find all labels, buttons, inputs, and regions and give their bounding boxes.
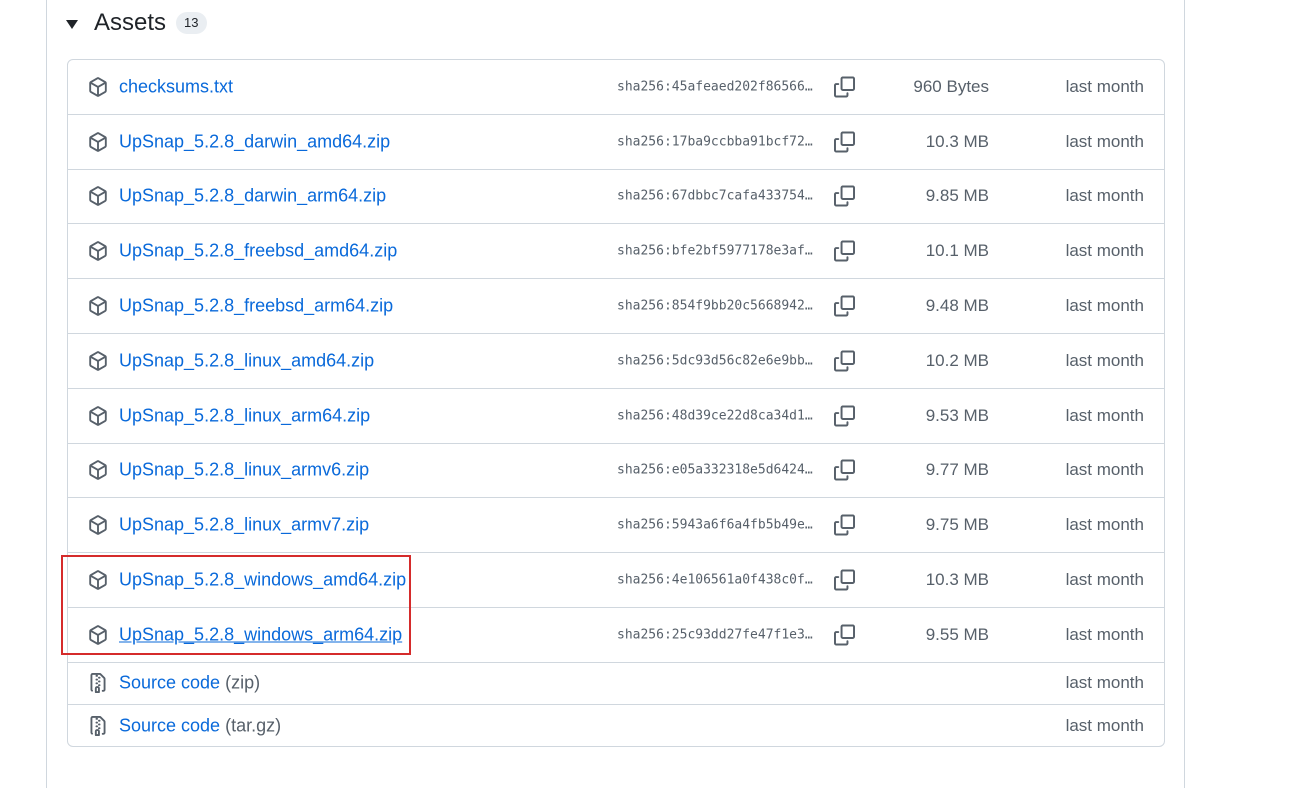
source-row: Source code (tar.gz) last month xyxy=(68,705,1164,746)
copy-icon[interactable] xyxy=(834,350,855,372)
asset-sha: sha256:48d39ce22d8ca34d1… xyxy=(617,408,813,424)
asset-sha: sha256:67dbbc7cafa433754… xyxy=(617,188,813,204)
source-code-format: (tar.gz) xyxy=(225,715,282,736)
assets-count-badge: 13 xyxy=(176,12,207,34)
asset-date: last month xyxy=(1065,673,1144,693)
asset-row: UpSnap_5.2.8_windows_arm64.zip sha256:25… xyxy=(68,608,1164,663)
asset-link[interactable]: UpSnap_5.2.8_freebsd_amd64.zip xyxy=(119,241,397,262)
asset-link[interactable]: UpSnap_5.2.8_linux_armv6.zip xyxy=(119,460,369,481)
asset-date: last month xyxy=(1065,186,1144,206)
asset-link[interactable]: UpSnap_5.2.8_darwin_amd64.zip xyxy=(119,131,390,152)
asset-date: last month xyxy=(1065,716,1144,736)
asset-link[interactable]: checksums.txt xyxy=(119,76,233,97)
asset-row: UpSnap_5.2.8_darwin_arm64.zip sha256:67d… xyxy=(68,170,1164,225)
asset-sha: sha256:17ba9ccbba91bcf72… xyxy=(617,134,813,150)
asset-sha: sha256:e05a332318e5d6424… xyxy=(617,462,813,478)
file-zip-icon xyxy=(90,716,106,737)
asset-sha: sha256:5dc93d56c82e6e9bb… xyxy=(617,353,813,369)
asset-date: last month xyxy=(1065,460,1144,480)
asset-row: checksums.txt sha256:45afeaed202f86566… … xyxy=(68,60,1164,115)
package-icon xyxy=(89,77,107,97)
asset-size: 10.1 MB xyxy=(925,241,989,261)
asset-date: last month xyxy=(1065,296,1144,316)
package-icon xyxy=(89,131,107,152)
copy-icon[interactable] xyxy=(834,405,855,427)
asset-date: last month xyxy=(1065,131,1144,151)
source-code-format: (zip) xyxy=(225,672,261,693)
asset-row: UpSnap_5.2.8_linux_arm64.zip sha256:48d3… xyxy=(68,389,1164,444)
asset-sha: sha256:25c93dd27fe47f1e3… xyxy=(617,627,813,643)
file-zip-icon xyxy=(90,673,106,694)
asset-link[interactable]: UpSnap_5.2.8_freebsd_arm64.zip xyxy=(119,296,393,317)
asset-row: UpSnap_5.2.8_linux_armv7.zip sha256:5943… xyxy=(68,498,1164,554)
asset-date: last month xyxy=(1065,350,1144,370)
source-code-targz-link[interactable]: Source code (tar.gz) xyxy=(119,716,281,737)
copy-icon[interactable] xyxy=(834,459,855,481)
copy-icon[interactable] xyxy=(834,624,855,646)
source-code-label: Source code xyxy=(119,672,221,693)
package-icon xyxy=(89,405,107,426)
copy-icon[interactable] xyxy=(834,514,855,536)
asset-link[interactable]: UpSnap_5.2.8_windows_arm64.zip xyxy=(119,624,402,645)
asset-size: 9.77 MB xyxy=(925,460,989,480)
asset-size: 960 Bytes xyxy=(913,76,989,96)
source-code-zip-link[interactable]: Source code (zip) xyxy=(119,673,260,694)
source-row: Source code (zip) last month xyxy=(68,663,1164,705)
asset-row: UpSnap_5.2.8_windows_amd64.zip sha256:4e… xyxy=(68,553,1164,608)
package-icon xyxy=(89,351,107,371)
asset-link[interactable]: UpSnap_5.2.8_linux_arm64.zip xyxy=(119,405,370,426)
package-icon xyxy=(89,296,107,316)
assets-title: Assets xyxy=(94,9,167,36)
asset-sha: sha256:854f9bb20c5668942… xyxy=(617,298,813,314)
asset-sha: sha256:bfe2bf5977178e3af… xyxy=(617,243,813,259)
asset-sha: sha256:5943a6f6a4fb5b49e… xyxy=(617,517,813,533)
copy-icon[interactable] xyxy=(834,295,855,317)
asset-row: UpSnap_5.2.8_linux_armv6.zip sha256:e05a… xyxy=(68,444,1164,499)
asset-row: UpSnap_5.2.8_freebsd_amd64.zip sha256:bf… xyxy=(68,224,1164,280)
copy-icon[interactable] xyxy=(834,240,855,262)
asset-link[interactable]: UpSnap_5.2.8_darwin_arm64.zip xyxy=(119,186,386,207)
asset-row: UpSnap_5.2.8_linux_amd64.zip sha256:5dc9… xyxy=(68,334,1164,389)
assets-header[interactable]: Assets 13 xyxy=(66,6,207,40)
asset-row: UpSnap_5.2.8_freebsd_arm64.zip sha256:85… xyxy=(68,279,1164,334)
package-icon xyxy=(89,460,107,481)
asset-link[interactable]: UpSnap_5.2.8_windows_amd64.zip xyxy=(119,570,406,591)
source-code-label: Source code xyxy=(119,715,221,736)
asset-size: 9.48 MB xyxy=(925,296,989,316)
asset-size: 10.3 MB xyxy=(925,131,989,151)
package-icon xyxy=(89,570,107,590)
asset-date: last month xyxy=(1065,405,1144,425)
asset-row: UpSnap_5.2.8_darwin_amd64.zip sha256:17b… xyxy=(68,115,1164,170)
caret-down-icon[interactable] xyxy=(66,19,78,29)
asset-size: 9.53 MB xyxy=(925,405,989,425)
asset-sha: sha256:4e106561a0f438c0f… xyxy=(617,572,813,588)
package-icon xyxy=(89,241,107,262)
package-icon xyxy=(89,515,107,536)
asset-date: last month xyxy=(1065,570,1144,590)
copy-icon[interactable] xyxy=(834,185,855,207)
asset-date: last month xyxy=(1065,624,1144,644)
asset-sha: sha256:45afeaed202f86566… xyxy=(617,79,813,95)
copy-icon[interactable] xyxy=(834,131,855,153)
asset-link[interactable]: UpSnap_5.2.8_linux_armv7.zip xyxy=(119,515,369,536)
package-icon xyxy=(89,186,107,207)
asset-size: 9.85 MB xyxy=(925,186,989,206)
copy-icon[interactable] xyxy=(834,76,855,98)
package-icon xyxy=(89,625,107,645)
asset-size: 9.75 MB xyxy=(925,515,989,535)
asset-date: last month xyxy=(1065,515,1144,535)
assets-list: checksums.txt sha256:45afeaed202f86566… … xyxy=(67,59,1165,747)
asset-date: last month xyxy=(1065,76,1144,96)
asset-link[interactable]: UpSnap_5.2.8_linux_amd64.zip xyxy=(119,350,374,371)
copy-icon[interactable] xyxy=(834,569,855,591)
asset-size: 10.2 MB xyxy=(925,350,989,370)
asset-size: 9.55 MB xyxy=(925,624,989,644)
asset-size: 10.3 MB xyxy=(925,570,989,590)
asset-date: last month xyxy=(1065,241,1144,261)
